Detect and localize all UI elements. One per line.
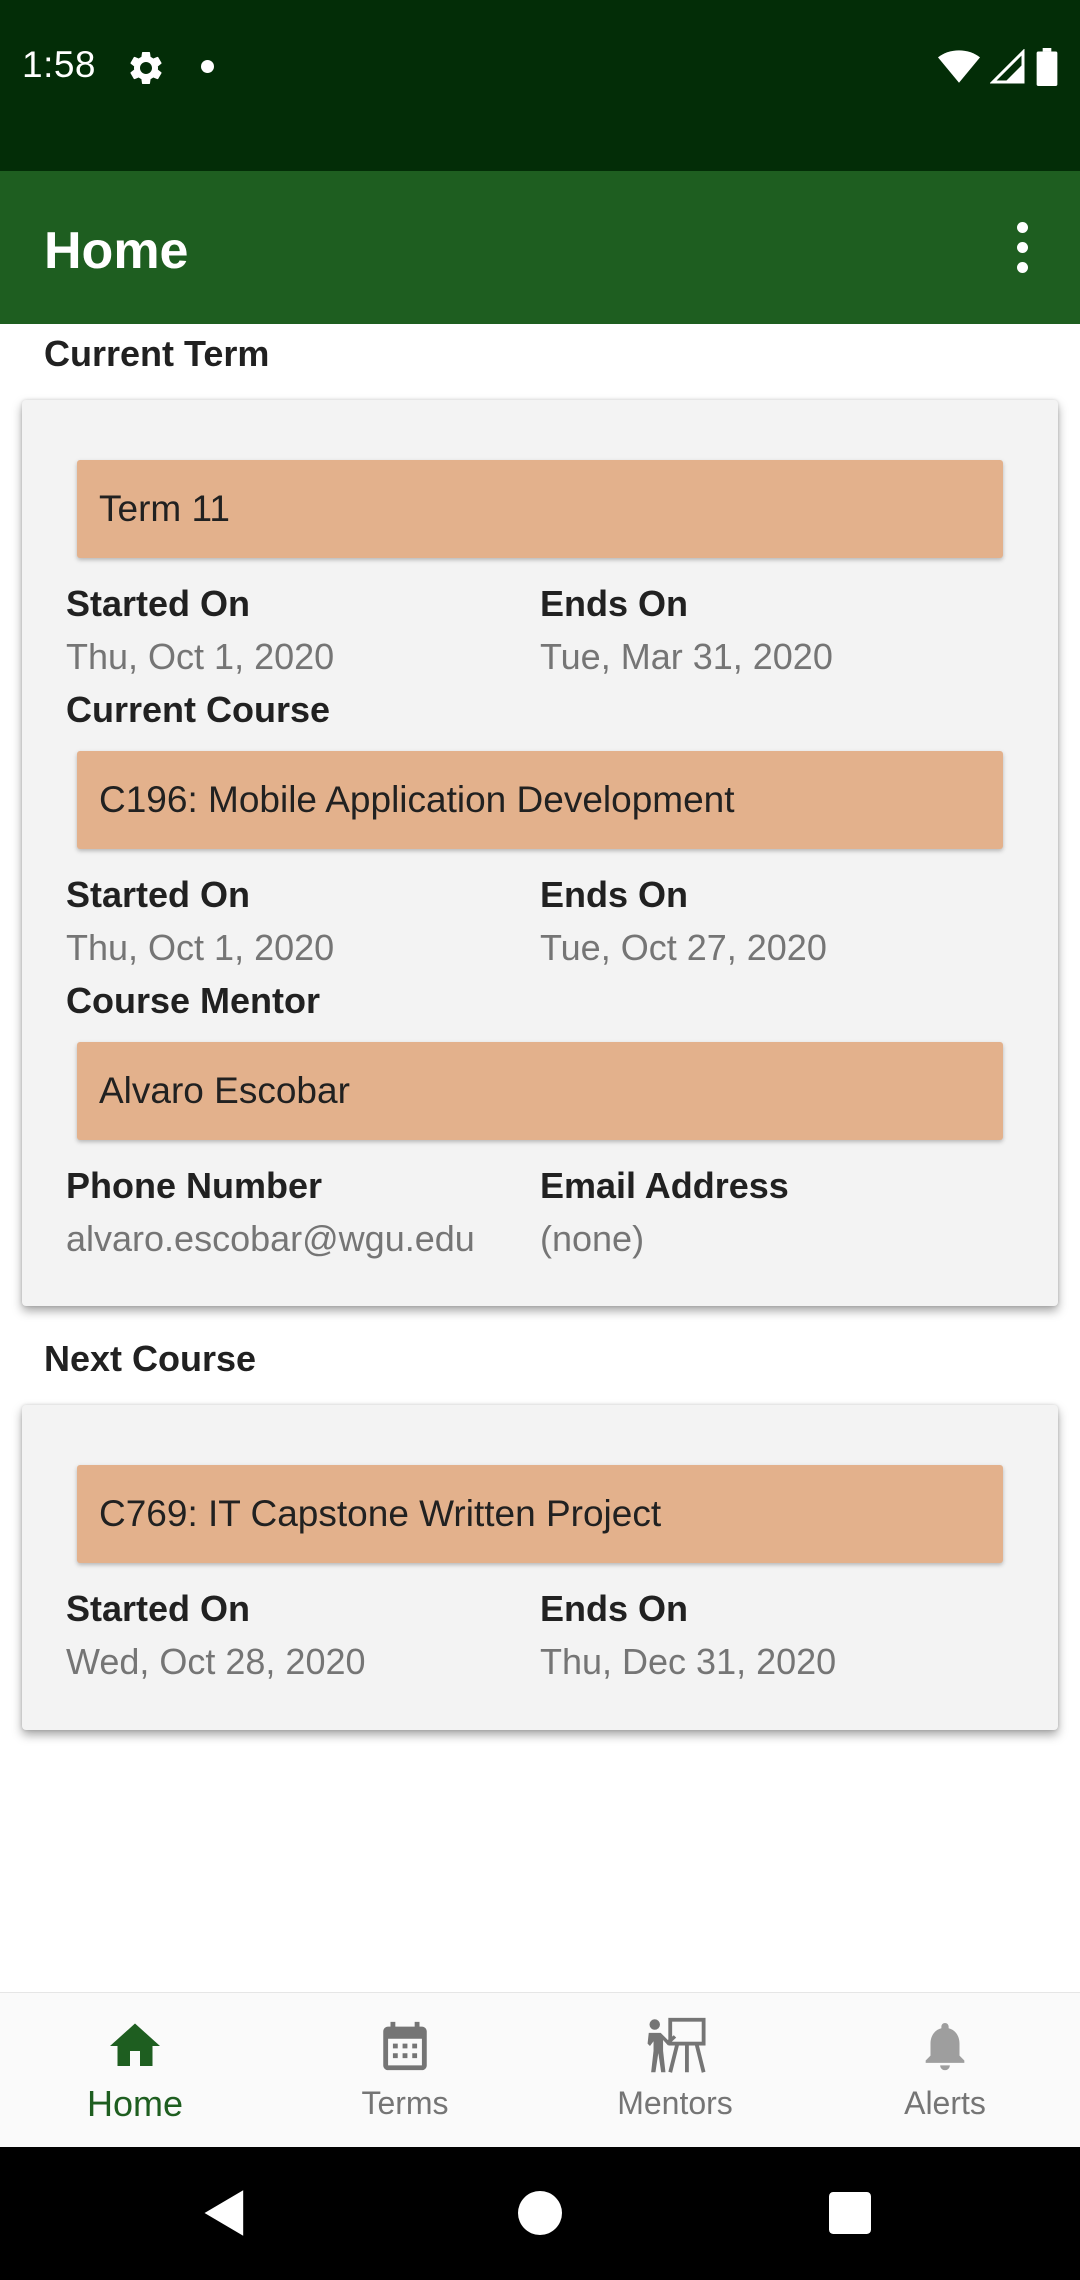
bottom-navigation: Home Terms Mentors Alerts: [0, 1992, 1080, 2148]
status-time: 1:58: [22, 44, 97, 85]
nav-item-home[interactable]: Home: [0, 1993, 270, 2148]
status-icons: [938, 48, 1058, 91]
page-title: Home: [44, 222, 189, 280]
app-bar: Home: [0, 171, 1080, 324]
term-started-value: Thu, Oct 1, 2020: [66, 636, 335, 677]
course-started-value: Thu, Oct 1, 2020: [66, 927, 335, 968]
nav-item-terms[interactable]: Terms: [270, 1993, 540, 2148]
course-ends-label: Ends On: [540, 874, 689, 915]
next-course-heading: Next Course: [44, 1338, 257, 1379]
home-circle-icon[interactable]: [510, 2183, 570, 2243]
phone-number-value: alvaro.escobar@wgu.edu: [66, 1218, 475, 1259]
next-started-label: Started On: [66, 1588, 251, 1629]
course-started-label: Started On: [66, 874, 251, 915]
next-started-value: Wed, Oct 28, 2020: [66, 1641, 366, 1682]
course-mentor-heading: Course Mentor: [66, 980, 321, 1021]
email-address-label: Email Address: [540, 1165, 789, 1206]
system-navigation-bar: [0, 2147, 1080, 2280]
current-course-button[interactable]: C196: Mobile Application Development: [77, 751, 1003, 849]
term-name-button[interactable]: Term 11: [77, 460, 1003, 558]
current-course-heading: Current Course: [66, 689, 331, 730]
battery-icon: [1036, 48, 1058, 91]
nav-label-mentors: Mentors: [617, 2085, 733, 2121]
next-ends-label: Ends On: [540, 1588, 689, 1629]
next-ends-value: Thu, Dec 31, 2020: [540, 1641, 837, 1682]
notification-dot-icon: [201, 60, 214, 73]
mentor-icon: [644, 2015, 706, 2077]
back-icon[interactable]: [195, 2183, 255, 2243]
settings-icon: [126, 48, 166, 88]
nav-label-home: Home: [86, 2083, 184, 2124]
term-ends-label: Ends On: [540, 583, 689, 624]
cellular-icon: [989, 48, 1026, 90]
next-course-button[interactable]: C769: IT Capstone Written Project: [77, 1465, 1003, 1563]
home-icon: [104, 2015, 166, 2077]
course-ends-value: Tue, Oct 27, 2020: [540, 927, 827, 968]
nav-item-alerts[interactable]: Alerts: [810, 1993, 1080, 2148]
term-started-label: Started On: [66, 583, 251, 624]
bell-icon: [914, 2015, 976, 2077]
nav-item-mentors[interactable]: Mentors: [540, 1993, 810, 2148]
nav-label-terms: Terms: [361, 2085, 449, 2121]
email-address-value: (none): [540, 1218, 645, 1259]
next-course-card: C769: IT Capstone Written Project Starte…: [22, 1405, 1058, 1730]
phone-number-label: Phone Number: [66, 1165, 323, 1206]
mentor-name-button[interactable]: Alvaro Escobar: [77, 1042, 1003, 1140]
term-ends-value: Tue, Mar 31, 2020: [540, 636, 833, 677]
nav-label-alerts: Alerts: [904, 2085, 986, 2121]
calendar-icon: [374, 2015, 436, 2077]
recents-icon[interactable]: [820, 2183, 880, 2243]
current-term-card: Term 11 Started On Ends On Thu, Oct 1, 2…: [22, 400, 1058, 1306]
status-bar: 1:58: [0, 0, 1080, 171]
current-term-heading: Current Term: [44, 333, 270, 374]
wifi-icon: [938, 49, 980, 90]
more-vert-icon[interactable]: [994, 211, 1050, 283]
